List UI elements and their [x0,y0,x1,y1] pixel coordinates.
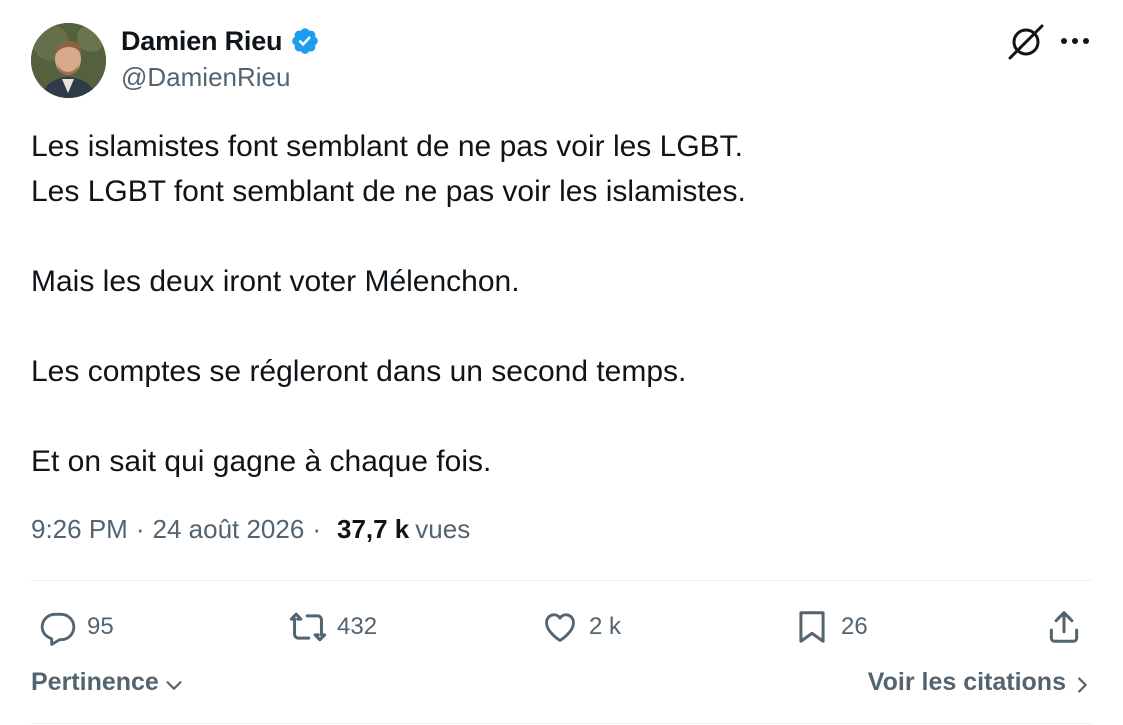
tweet-line-blank [31,214,1091,259]
tweet-time[interactable]: 9:26 PM [31,514,128,545]
more-dot [1083,38,1089,44]
sort-label: Pertinence [31,668,159,696]
author-handle[interactable]: @DamienRieu [121,62,290,93]
repost-count: 432 [337,613,378,640]
share-button[interactable] [1045,602,1083,652]
view-quotes-label: Voir les citations [867,668,1066,696]
reply-button[interactable]: 95 [39,602,114,652]
bookmark-button[interactable]: 26 [793,602,868,652]
bookmark-icon [799,611,825,643]
meta-separator: · [135,514,145,544]
more-options-icon[interactable] [1058,28,1092,54]
like-button[interactable]: 2 k [541,602,621,652]
tweet-meta: 9:26 PM · 24 août 2026 · 37,7 k vues [31,514,470,545]
reply-count: 95 [87,613,114,640]
tweet-line: Mais les deux iront voter Mélenchon. [31,265,520,298]
tweet-line-blank [31,304,1091,349]
tweet-text: Les islamistes font semblant de ne pas v… [31,124,1091,484]
like-icon [545,613,575,642]
tweet-line-blank [31,394,1091,439]
action-bar: 95 432 2 k 26 [31,602,1092,652]
tweet-line: Et on sait qui gagne à chaque fois. [31,445,492,478]
reply-controls: Pertinence Voir les citations [31,668,1092,704]
share-icon [1049,611,1079,643]
author-display-name[interactable]: Damien Rieu [121,26,283,57]
tweet-line: Les comptes se régleront dans un second … [31,355,687,388]
repost-button[interactable]: 432 [289,602,377,652]
avatar[interactable] [31,23,106,98]
verified-badge-icon[interactable] [290,26,320,56]
tweet-line: Les islamistes font semblant de ne pas v… [31,130,744,163]
more-dot [1072,38,1078,44]
sort-dropdown[interactable]: Pertinence [31,668,185,697]
author-name-row: Damien Rieu [121,24,320,58]
tweet-line: Les LGBT font semblant de ne pas voir le… [31,175,746,208]
grok-icon[interactable] [1007,23,1045,61]
avatar-image [31,23,106,98]
divider [31,580,1092,581]
like-count: 2 k [589,613,622,640]
chevron-right-icon [1078,676,1087,693]
more-dot [1061,38,1067,44]
bookmark-count: 26 [841,613,868,640]
repost-icon [289,612,327,642]
view-quotes-link[interactable]: Voir les citations [868,668,1092,697]
divider [31,723,1092,724]
views-label: vues [415,514,471,544]
views-count[interactable]: 37,7 k [337,514,409,545]
reply-icon [40,612,76,646]
meta-separator: · [312,514,321,544]
tweet-date[interactable]: 24 août 2026 [153,514,305,545]
chevron-down-icon [166,680,182,690]
